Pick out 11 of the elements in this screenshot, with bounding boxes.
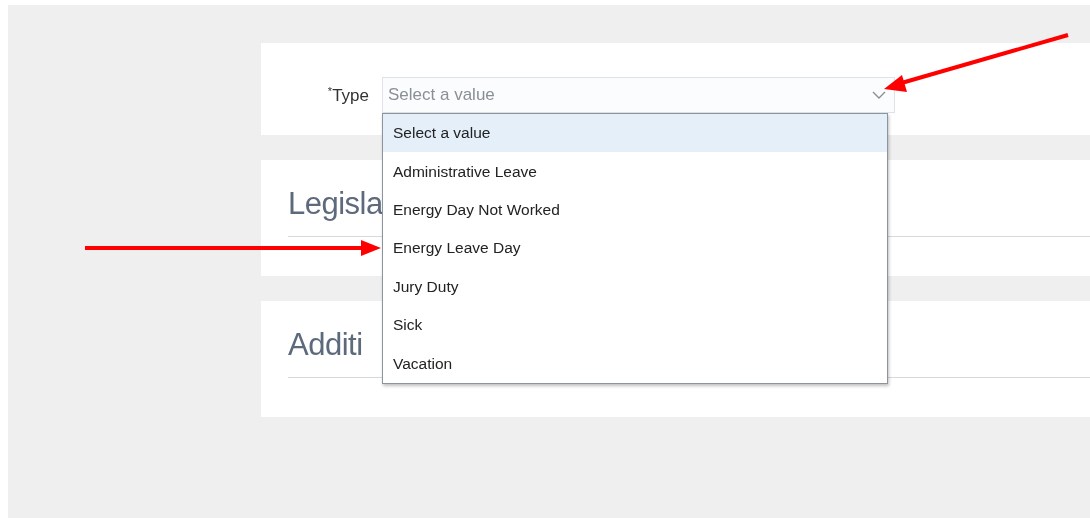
dropdown-option[interactable]: Administrative Leave bbox=[383, 152, 887, 191]
dropdown-option[interactable]: Jury Duty bbox=[383, 267, 887, 306]
chevron-down-icon bbox=[872, 91, 886, 99]
dropdown-option[interactable]: Energy Leave Day bbox=[383, 229, 887, 268]
dropdown-option[interactable]: Sick bbox=[383, 305, 887, 345]
dropdown-option[interactable]: Energy Day Not Worked bbox=[383, 190, 887, 230]
field-label: $^{*}$Type bbox=[326, 84, 369, 106]
dropdown-option[interactable]: Vacation bbox=[383, 344, 887, 383]
dropdown-option[interactable]: Select a value bbox=[383, 114, 887, 153]
section-heading: Legisla bbox=[288, 186, 383, 221]
section-heading: Additi bbox=[288, 327, 363, 362]
